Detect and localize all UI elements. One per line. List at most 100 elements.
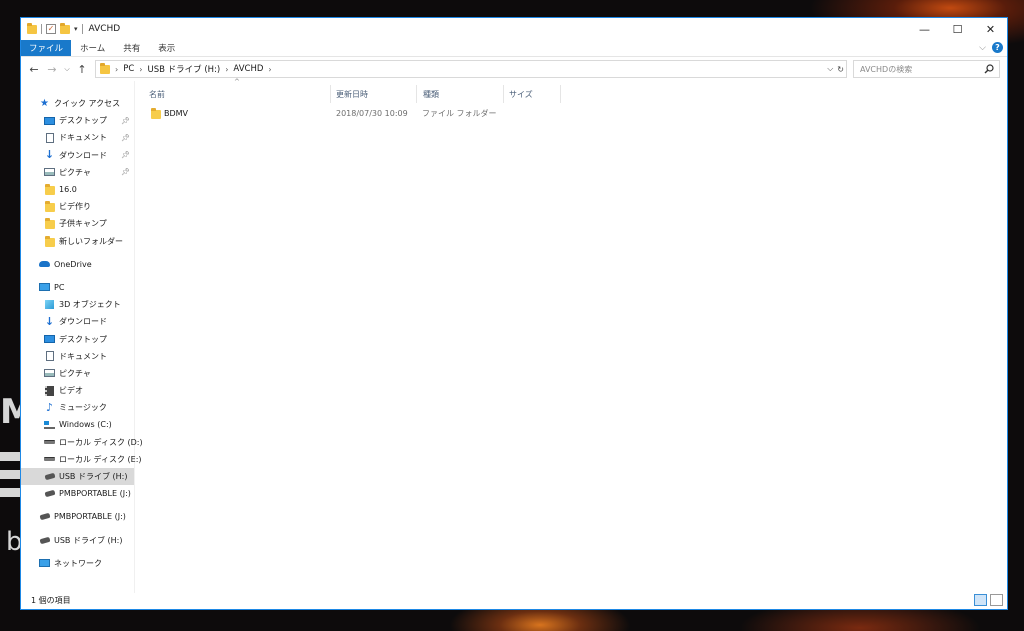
- nav-item-desktop[interactable]: デスクトップ 📌︎: [21, 112, 134, 129]
- navigation-pane[interactable]: ★ クイック アクセス デスクトップ 📌︎ ドキュメント 📌︎ ↓ ダウンロード…: [21, 81, 143, 593]
- file-row[interactable]: BDMV 2018/07/30 10:09 ファイル フォルダー: [135, 105, 555, 122]
- search-box[interactable]: [853, 60, 1000, 78]
- nav-network[interactable]: ネットワーク: [21, 555, 134, 572]
- nav-item-pc-videos[interactable]: ビデオ: [21, 382, 134, 399]
- drive-icon: [44, 457, 55, 462]
- drive-icon: [44, 440, 55, 445]
- nav-item-documents[interactable]: ドキュメント 📌︎: [21, 129, 134, 146]
- nav-item-pc-downloads[interactable]: ↓ ダウンロード: [21, 313, 134, 330]
- column-type[interactable]: 種類: [423, 85, 504, 103]
- nav-label: デスクトップ: [59, 334, 107, 344]
- nav-item-folder-new[interactable]: 新しいフォルダー: [21, 233, 134, 250]
- maximize-button[interactable]: ☐: [941, 18, 974, 40]
- nav-item-3d-objects[interactable]: 3D オブジェクト: [21, 296, 134, 313]
- nav-label: 新しいフォルダー: [59, 236, 123, 246]
- folder-icon: [27, 22, 37, 34]
- nav-item-folder-16[interactable]: 16.0: [21, 181, 134, 198]
- breadcrumb-separator[interactable]: ›: [225, 65, 228, 74]
- breadcrumb-separator[interactable]: ›: [115, 65, 118, 74]
- up-button[interactable]: ↑: [75, 63, 89, 76]
- folder-icon: [44, 235, 55, 247]
- nav-item-pictures[interactable]: ピクチャ 📌︎: [21, 164, 134, 181]
- forward-button[interactable]: →: [45, 63, 59, 76]
- pin-icon[interactable]: 📌︎: [121, 117, 130, 125]
- breadcrumb-avchd[interactable]: AVCHD: [233, 64, 263, 74]
- pin-icon[interactable]: 📌︎: [121, 134, 130, 142]
- search-input[interactable]: [860, 64, 978, 74]
- address-row: ← → ⌵ ↑ › PC › USB ドライブ (H:) › AVCHD › ⌵…: [21, 57, 1007, 81]
- column-date-modified[interactable]: 更新日時: [336, 85, 417, 103]
- details-view-icon[interactable]: [974, 594, 987, 606]
- nav-label: ローカル ディスク (E:): [59, 454, 142, 464]
- picture-icon: [44, 168, 55, 177]
- tab-home[interactable]: ホーム: [71, 40, 114, 56]
- properties-icon[interactable]: ✓: [46, 24, 56, 34]
- nav-item-pc-documents[interactable]: ドキュメント: [21, 348, 134, 365]
- nav-label: USB ドライブ (H:): [54, 535, 123, 545]
- refresh-icon[interactable]: ↻: [837, 65, 844, 74]
- nav-label: Windows (C:): [59, 420, 112, 430]
- nav-label: ピクチャ: [59, 368, 91, 378]
- back-button[interactable]: ←: [27, 63, 41, 76]
- large-icons-view-icon[interactable]: [990, 594, 1003, 606]
- nav-label: ミュージック: [59, 403, 107, 413]
- breadcrumb-separator[interactable]: ›: [268, 65, 271, 74]
- desktop-logo-fragment: M: [0, 392, 20, 432]
- desktop-icon: [44, 116, 55, 125]
- nav-quick-access[interactable]: ★ クイック アクセス: [21, 95, 134, 112]
- nav-item-folder-video[interactable]: ビデ作り: [21, 198, 134, 215]
- customize-toolbar-icon[interactable]: ▾: [74, 25, 78, 33]
- nav-item-drive-j[interactable]: PMBPORTABLE (J:): [21, 485, 134, 502]
- windows-drive-icon: [44, 420, 55, 429]
- tab-share[interactable]: 共有: [114, 40, 149, 56]
- pin-icon[interactable]: 📌︎: [121, 151, 130, 159]
- column-name[interactable]: 名前: [149, 85, 331, 103]
- expand-ribbon-icon[interactable]: ⌵: [979, 43, 986, 53]
- tab-view[interactable]: 表示: [149, 40, 184, 56]
- nav-item-drive-e[interactable]: ローカル ディスク (E:): [21, 451, 142, 468]
- window-controls: — ☐ ✕: [908, 18, 1007, 40]
- nav-item-drive-h[interactable]: USB ドライブ (H:): [21, 467, 134, 486]
- nav-item-drive-c[interactable]: Windows (C:): [21, 416, 134, 433]
- close-button[interactable]: ✕: [974, 18, 1007, 40]
- nav-label: OneDrive: [54, 259, 92, 269]
- nav-drive-j[interactable]: PMBPORTABLE (J:): [21, 508, 134, 525]
- tab-file[interactable]: ファイル: [21, 40, 72, 56]
- ribbon-right: ⌵ ?: [979, 42, 1003, 53]
- nav-item-pc-pictures[interactable]: ピクチャ: [21, 365, 134, 382]
- nav-label: ビデオ: [59, 386, 83, 396]
- recent-locations-icon[interactable]: ⌵: [63, 65, 71, 74]
- title-bar: ✓ ▾ AVCHD — ☐ ✕: [21, 18, 1007, 40]
- nav-item-drive-d[interactable]: ローカル ディスク (D:): [21, 434, 143, 451]
- nav-drive-h[interactable]: USB ドライブ (H:): [21, 532, 134, 549]
- nav-label: PMBPORTABLE (J:): [59, 489, 131, 499]
- nav-item-downloads[interactable]: ↓ ダウンロード 📌︎: [21, 147, 134, 164]
- search-icon[interactable]: [984, 64, 994, 74]
- desktop-logo-bars: [0, 452, 20, 512]
- nav-item-pc-desktop[interactable]: デスクトップ: [21, 330, 134, 347]
- column-size[interactable]: サイズ: [509, 85, 561, 103]
- nav-label: ダウンロード: [59, 317, 107, 327]
- breadcrumb-usb-drive[interactable]: USB ドライブ (H:): [147, 63, 220, 75]
- new-folder-icon[interactable]: [60, 22, 70, 34]
- picture-icon: [44, 369, 55, 378]
- nav-pc[interactable]: PC: [21, 279, 134, 296]
- address-dropdown-icon[interactable]: ⌵: [827, 64, 833, 74]
- breadcrumb-separator[interactable]: ›: [139, 65, 142, 74]
- pin-icon[interactable]: 📌︎: [121, 168, 130, 176]
- nav-item-folder-camp[interactable]: 子供キャンプ: [21, 215, 134, 232]
- address-bar[interactable]: › PC › USB ドライブ (H:) › AVCHD › ⌵ ↻: [95, 60, 847, 78]
- nav-label: デスクトップ: [59, 116, 107, 126]
- separator: [41, 24, 42, 34]
- folder-icon: [44, 184, 55, 196]
- nav-label: ピクチャ: [59, 167, 91, 177]
- separator: [81, 24, 83, 34]
- help-icon[interactable]: ?: [992, 42, 1003, 53]
- breadcrumb-pc[interactable]: PC: [123, 64, 134, 74]
- explorer-window: ✓ ▾ AVCHD — ☐ ✕ ファイル ホーム 共有 表示 ⌵ ? ← → ⌵…: [20, 17, 1008, 610]
- minimize-button[interactable]: —: [908, 18, 941, 40]
- 3d-objects-icon: [45, 300, 54, 310]
- file-list[interactable]: ^ 名前 更新日時 種類 サイズ BDMV 2018/07/30 10:09 フ…: [135, 78, 1007, 593]
- nav-onedrive[interactable]: OneDrive: [21, 256, 134, 273]
- nav-item-pc-music[interactable]: ♪ ミュージック: [21, 399, 134, 416]
